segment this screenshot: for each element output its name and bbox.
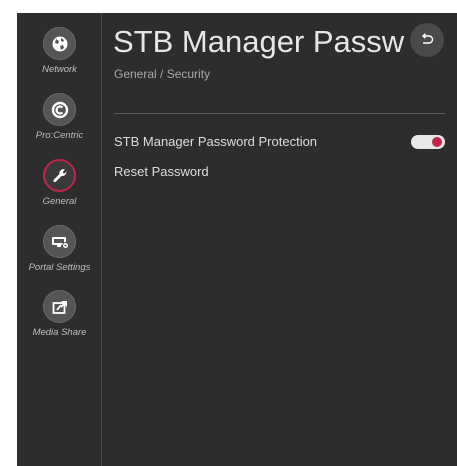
sidebar-item-label: Media Share [32, 327, 87, 338]
password-protection-label: STB Manager Password Protection [114, 134, 318, 149]
network-globe-icon [43, 27, 76, 60]
password-protection-row[interactable]: STB Manager Password Protection [114, 131, 445, 153]
password-protection-toggle[interactable] [411, 135, 445, 149]
back-button[interactable] [410, 23, 444, 57]
reset-password-label: Reset Password [114, 164, 209, 179]
page-title: STB Manager Passwo [113, 24, 405, 59]
procentric-icon [43, 93, 76, 126]
sidebar-item-label: General [42, 196, 77, 207]
breadcrumb: General / Security [114, 67, 211, 81]
tv-screen: Network Pro:Centric General Portal Setti… [17, 13, 457, 466]
back-arrow-icon [421, 33, 434, 44]
sidebar-item-procentric[interactable]: Pro:Centric [17, 93, 102, 141]
divider [114, 113, 445, 114]
sidebar-item-network[interactable]: Network [17, 27, 102, 75]
toggle-knob [432, 137, 442, 147]
sidebar: Network Pro:Centric General Portal Setti… [17, 13, 102, 466]
sidebar-item-general[interactable]: General [17, 159, 102, 207]
sidebar-item-label: Network [42, 64, 77, 75]
reset-password-row[interactable]: Reset Password [114, 161, 445, 183]
media-share-icon [43, 290, 76, 323]
settings-panel: STB Manager Passwo General / Security ST… [102, 13, 457, 466]
wrench-icon [43, 159, 76, 192]
sidebar-item-label: Portal Settings [28, 262, 91, 273]
portal-settings-icon [43, 225, 76, 258]
sidebar-item-portal-settings[interactable]: Portal Settings [17, 225, 102, 273]
sidebar-item-label: Pro:Centric [35, 130, 84, 141]
sidebar-item-media-share[interactable]: Media Share [17, 290, 102, 338]
